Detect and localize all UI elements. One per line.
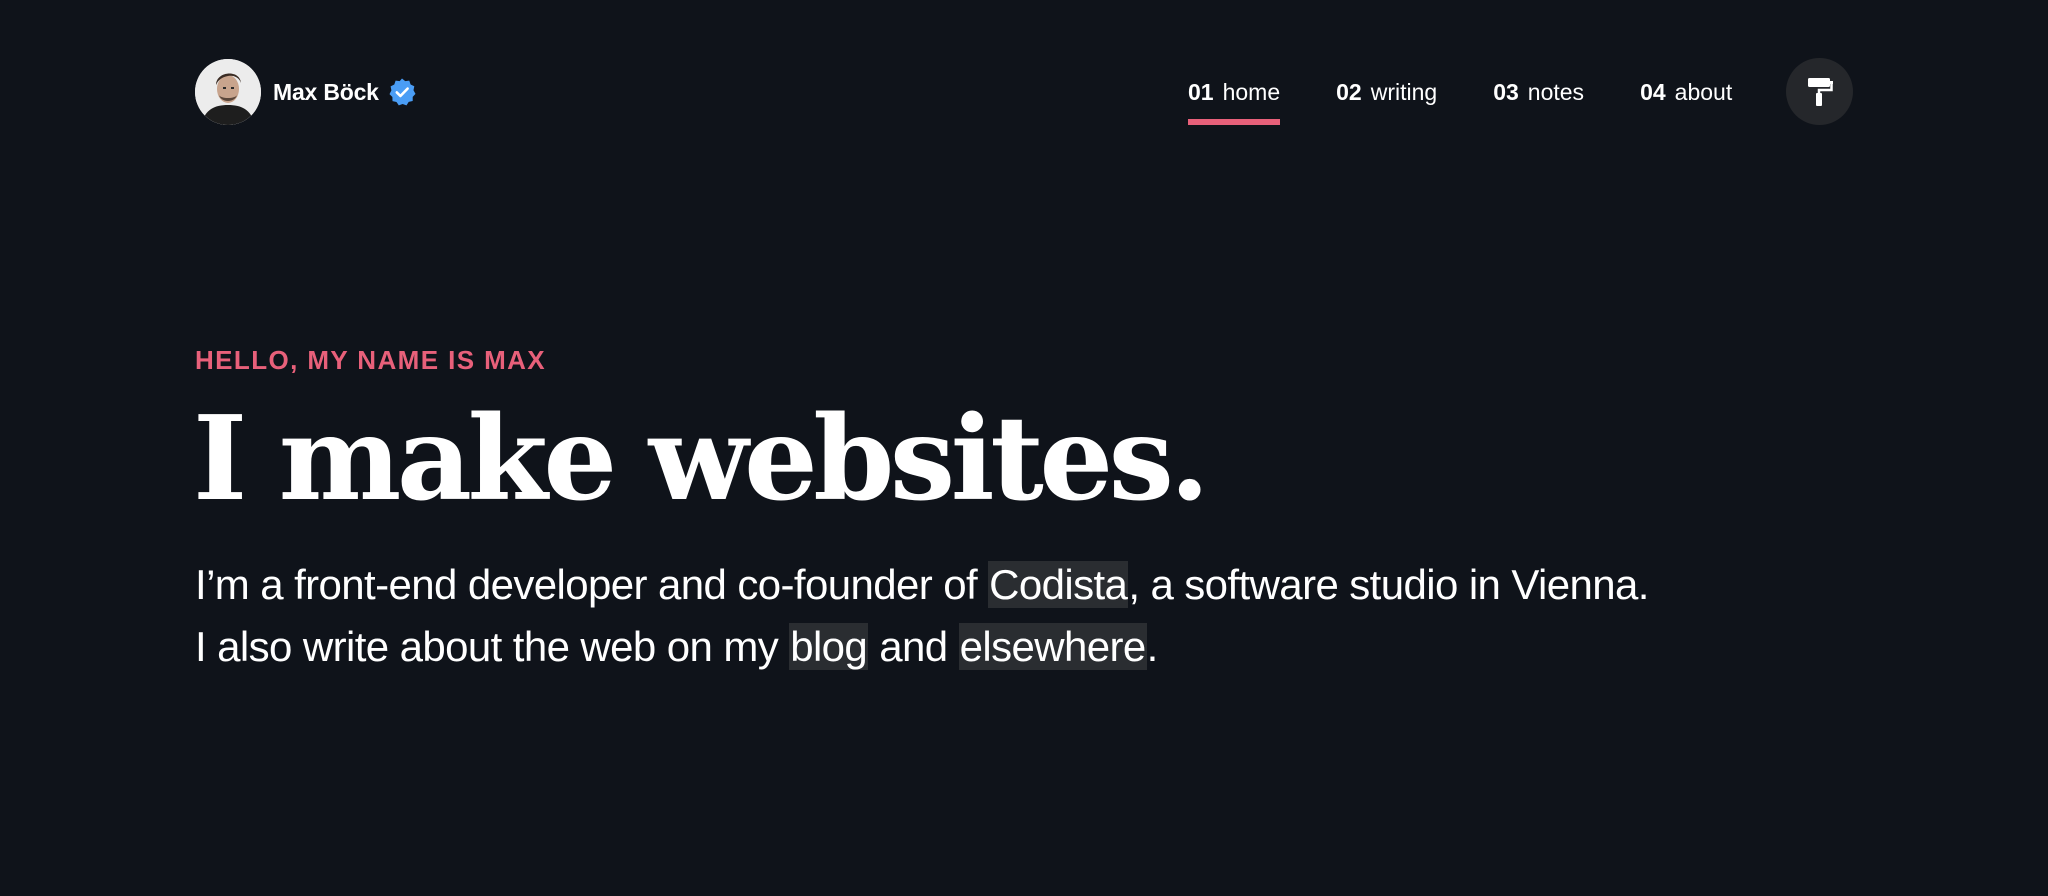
hero-headline: I make websites.: [193, 391, 1210, 527]
nav-item-about[interactable]: 04 about: [1640, 58, 1732, 126]
verified-badge-icon: [387, 77, 417, 107]
nav-item-label: home: [1222, 79, 1281, 105]
intro-line-2: I also write about the web on my blog an…: [195, 616, 1855, 678]
avatar-portrait-image: [195, 59, 261, 125]
elsewhere-link[interactable]: elsewhere: [958, 623, 1147, 670]
page: Max Böck 01 home 02 writing 03 notes 04 …: [0, 0, 2048, 896]
nav-item-label: notes: [1527, 79, 1585, 105]
nav-item-writing[interactable]: 02 writing: [1336, 58, 1437, 126]
nav-item-label: writing: [1370, 79, 1438, 105]
codista-link[interactable]: Codista: [988, 561, 1129, 608]
intro-text: I also write about the web on my: [195, 623, 790, 670]
blog-link[interactable]: blog: [789, 623, 869, 670]
main-navigation: 01 home 02 writing 03 notes 04 about: [1188, 58, 1732, 126]
home-link[interactable]: Max Böck: [195, 58, 417, 126]
intro-text: and: [868, 623, 959, 670]
hero-intro: I’m a front-end developer and co-founder…: [195, 554, 1855, 678]
intro-text: I’m a front-end developer and co-founder…: [195, 561, 989, 608]
avatar: [195, 59, 261, 125]
nav-item-number: 03: [1493, 79, 1519, 105]
theme-switcher-button[interactable]: [1786, 58, 1853, 125]
nav-item-notes[interactable]: 03 notes: [1493, 58, 1584, 126]
intro-line-1: I’m a front-end developer and co-founder…: [195, 554, 1855, 616]
site-owner-name: Max Böck: [273, 78, 379, 105]
hero-section: HELLO, MY NAME IS MAX I make websites. I…: [193, 340, 1855, 678]
nav-item-number: 02: [1336, 79, 1362, 105]
nav-item-number: 01: [1188, 79, 1214, 105]
intro-text: .: [1146, 623, 1159, 670]
nav-item-label: about: [1674, 79, 1733, 105]
nav-item-home[interactable]: 01 home: [1188, 58, 1281, 126]
intro-text: , a software studio in Vienna.: [1128, 561, 1649, 608]
nav-item-number: 04: [1640, 79, 1666, 105]
hero-eyebrow: HELLO, MY NAME IS MAX: [195, 345, 547, 375]
paint-roller-icon: [1807, 77, 1833, 106]
